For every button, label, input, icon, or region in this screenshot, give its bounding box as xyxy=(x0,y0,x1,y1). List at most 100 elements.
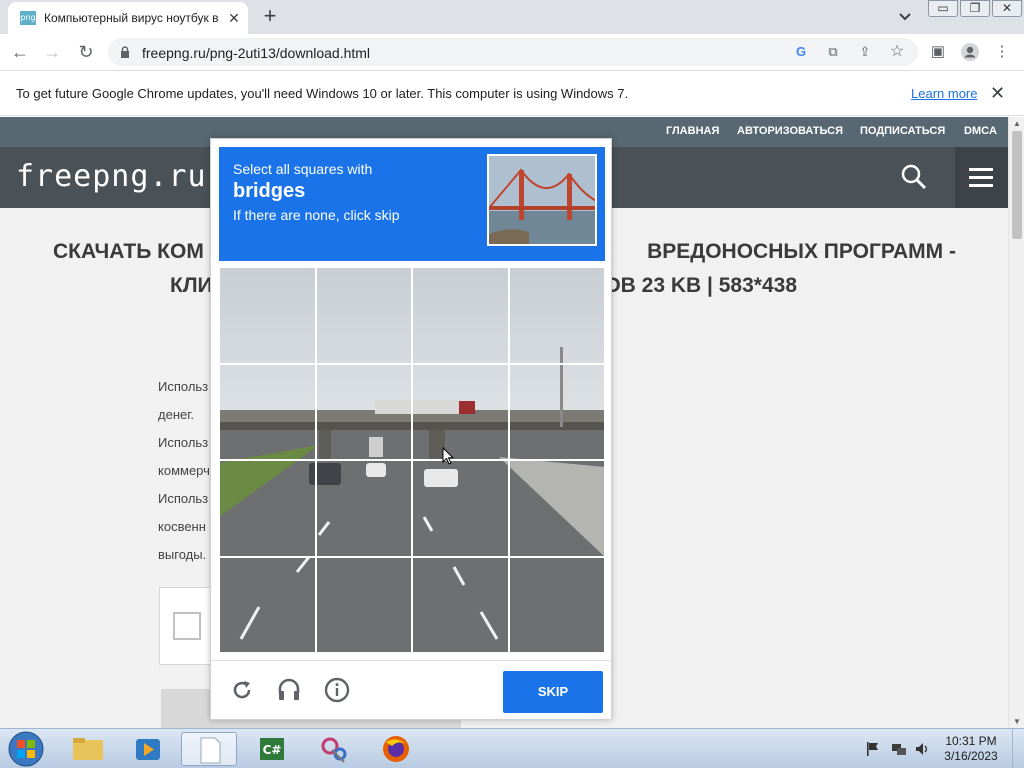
tab-search-icon[interactable] xyxy=(896,8,914,26)
reload-button[interactable]: ↻ xyxy=(74,40,98,64)
captcha-tile[interactable] xyxy=(219,363,316,460)
taskbar-notepad[interactable] xyxy=(181,732,237,766)
google-icon[interactable]: G xyxy=(792,43,810,61)
scroll-down-icon[interactable]: ▼ xyxy=(1013,717,1021,726)
title-line2-right: СОВ 23 KB | 583*438 xyxy=(589,274,797,297)
nav-subscribe[interactable]: ПОДПИСАТЬСЯ xyxy=(860,125,945,137)
profile-avatar-icon[interactable] xyxy=(960,42,980,62)
browser-toolbar: ← → ↻ freepng.ru/png-2uti13/download.htm… xyxy=(0,34,1024,71)
captcha-instructions: Select all squares with bridges If there… xyxy=(219,147,605,261)
taskbar-csharp[interactable]: C# xyxy=(244,732,300,766)
restore-button[interactable]: ❐ xyxy=(960,0,990,17)
body-text-line: Использ xyxy=(158,435,209,450)
browser-tab[interactable]: png Компьютерный вирус ноутбук в ✕ xyxy=(8,2,248,34)
body-text-line: косвенн xyxy=(158,519,206,534)
taskbar-firefox[interactable] xyxy=(368,732,424,766)
infobar-message: To get future Google Chrome updates, you… xyxy=(16,86,629,101)
back-button[interactable]: ← xyxy=(8,40,32,64)
info-icon[interactable] xyxy=(324,677,350,703)
site-logo[interactable]: freepng.ru xyxy=(16,159,207,194)
volume-icon[interactable] xyxy=(915,741,931,757)
forward-button[interactable]: → xyxy=(40,40,64,64)
captcha-instruction-bottom: If there are none, click skip xyxy=(233,207,400,223)
captcha-tile[interactable] xyxy=(412,460,509,557)
body-text-line: денег. xyxy=(158,407,194,422)
title-line1-right: ВРЕДОНОСНЫХ ПРОГРАММ - xyxy=(647,240,956,263)
system-clock[interactable]: 10:31 PM 3/16/2023 xyxy=(940,734,1002,764)
show-desktop-button[interactable] xyxy=(1012,729,1024,768)
captcha-tile[interactable] xyxy=(412,267,509,364)
side-panel-icon[interactable]: ▣ xyxy=(928,42,948,62)
body-text-line: выгоды. xyxy=(158,547,207,562)
title-line1-left: СКАЧАТЬ КОМ xyxy=(53,240,204,263)
svg-text:C#: C# xyxy=(263,743,282,757)
page-scrollbar[interactable]: ▲ ▼ xyxy=(1008,117,1024,728)
nav-dmca[interactable]: DMCA xyxy=(964,125,997,137)
scroll-thumb[interactable] xyxy=(1012,131,1022,239)
taskbar-explorer[interactable] xyxy=(60,732,116,766)
audio-challenge-icon[interactable] xyxy=(276,677,302,703)
captcha-instruction-top: Select all squares with xyxy=(233,161,373,177)
captcha-tile[interactable] xyxy=(219,460,316,557)
firefox-icon xyxy=(383,736,409,762)
body-text-line: коммерч xyxy=(158,463,210,478)
start-button-icon[interactable] xyxy=(4,730,48,768)
captcha-tile[interactable] xyxy=(508,556,605,653)
recaptcha-checkbox[interactable] xyxy=(173,612,201,640)
captcha-tile[interactable] xyxy=(315,363,412,460)
nav-login[interactable]: АВТОРИЗОВАТЬСЯ xyxy=(737,125,843,137)
tab-strip: png Компьютерный вирус ноутбук в ✕ + ▭ ❐… xyxy=(0,0,1024,34)
close-window-button[interactable]: ✕ xyxy=(992,0,1022,17)
tab-close-icon[interactable]: ✕ xyxy=(226,10,242,26)
captcha-footer: SKIP xyxy=(211,660,611,720)
bookmark-star-icon[interactable]: ☆ xyxy=(888,43,906,61)
minimize-button[interactable]: ▭ xyxy=(928,0,958,17)
title-line2-left: КЛИ xyxy=(170,274,213,297)
captcha-tile[interactable] xyxy=(508,460,605,557)
captcha-tile[interactable] xyxy=(315,556,412,653)
scissors-icon xyxy=(321,737,347,763)
lock-icon[interactable] xyxy=(120,46,130,58)
new-tab-button[interactable]: + xyxy=(258,5,282,29)
mouse-cursor-icon xyxy=(442,447,454,465)
captcha-tile[interactable] xyxy=(219,267,316,364)
taskbar-snipping-tool[interactable] xyxy=(306,732,362,766)
captcha-tile[interactable] xyxy=(412,556,509,653)
hamburger-menu-icon[interactable] xyxy=(955,147,1008,208)
captcha-image-grid xyxy=(219,267,605,653)
clock-date: 3/16/2023 xyxy=(944,749,998,763)
scroll-up-icon[interactable]: ▲ xyxy=(1013,119,1021,128)
document-icon xyxy=(200,737,221,764)
folder-icon xyxy=(73,738,103,760)
action-center-flag-icon[interactable] xyxy=(865,741,881,757)
captcha-example-image xyxy=(487,154,597,246)
infobar-close-icon[interactable]: ✕ xyxy=(990,83,1005,103)
tab-favicon-icon: png xyxy=(20,11,36,25)
update-infobar: To get future Google Chrome updates, you… xyxy=(0,72,1024,116)
captcha-tile[interactable] xyxy=(508,267,605,364)
taskbar-media-player[interactable] xyxy=(120,732,176,766)
captcha-tile[interactable] xyxy=(508,363,605,460)
window-controls: ▭ ❐ ✕ xyxy=(928,0,1024,18)
captcha-tile[interactable] xyxy=(412,363,509,460)
address-bar[interactable]: freepng.ru/png-2uti13/download.html G ⧉ … xyxy=(108,38,918,66)
skip-button[interactable]: SKIP xyxy=(503,671,603,713)
captcha-tile[interactable] xyxy=(315,460,412,557)
share-icon[interactable]: ⇪ xyxy=(856,43,874,61)
body-text-line: Использ xyxy=(158,379,209,394)
network-icon[interactable] xyxy=(891,741,907,757)
translate-icon[interactable]: ⧉ xyxy=(824,43,842,61)
url-text[interactable]: freepng.ru/png-2uti13/download.html xyxy=(142,45,370,61)
reload-challenge-icon[interactable] xyxy=(229,677,255,703)
chrome-menu-icon[interactable]: ⋮ xyxy=(992,42,1012,62)
tab-title: Компьютерный вирус ноутбук в xyxy=(44,11,218,25)
recaptcha-challenge: Select all squares with bridges If there… xyxy=(210,138,612,720)
nav-home[interactable]: ГЛАВНАЯ xyxy=(666,125,719,137)
learn-more-link[interactable]: Learn more xyxy=(911,86,977,101)
windows-taskbar: C# 10:31 PM 3/16/2023 xyxy=(0,728,1024,768)
body-text-line: Использ xyxy=(158,491,209,506)
captcha-tile[interactable] xyxy=(219,556,316,653)
csharp-icon: C# xyxy=(260,738,284,760)
captcha-tile[interactable] xyxy=(315,267,412,364)
site-search-icon[interactable] xyxy=(900,163,928,191)
